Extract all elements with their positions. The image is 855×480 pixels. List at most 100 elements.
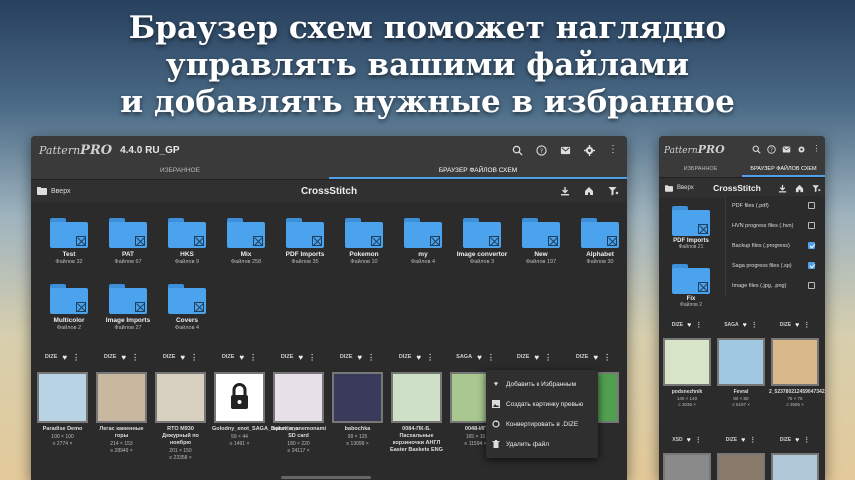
- download-icon[interactable]: [778, 184, 787, 193]
- pattern-card[interactable]: DIZE ♥ ⋮: [769, 433, 821, 480]
- heart-icon[interactable]: ♥: [687, 437, 691, 444]
- pattern-card[interactable]: DIZE ♥ ⋮ Golodny_enot_SAGA_ispravleno 59 × 4…: [212, 350, 299, 447]
- tab-file-browser[interactable]: БРАУЗЕР ФАЙЛОВ СХЕМ: [742, 162, 825, 177]
- folder-item[interactable]: Test Файлов 32: [43, 218, 95, 265]
- folder-item[interactable]: PAT Файлов 67: [102, 218, 154, 265]
- more-vert-icon[interactable]: ⋮: [751, 321, 758, 329]
- pattern-card[interactable]: DIZE ♥ ⋮ babochka 99 × 125 ≡ 13099 ×: [330, 350, 385, 447]
- filter-checkbox[interactable]: [808, 202, 815, 209]
- filter-option[interactable]: PDF files (.pdf): [726, 196, 821, 216]
- more-vert-icon[interactable]: ⋮: [803, 436, 810, 444]
- filter-option[interactable]: Saga progress files (.sp): [726, 256, 821, 276]
- more-vert-icon[interactable]: ⋮: [749, 436, 756, 444]
- pattern-card[interactable]: DIZE ♥ ⋮ podsnezhnik 140 × 140 ≡ 3036 ×: [661, 318, 713, 408]
- search-icon[interactable]: [511, 144, 523, 156]
- help-icon[interactable]: ?: [535, 144, 547, 156]
- more-vert-icon[interactable]: ⋮: [695, 321, 702, 329]
- folder-item[interactable]: Multicolor Файлов 2: [43, 284, 95, 331]
- folder-item[interactable]: Alphabet Файлов 30: [574, 218, 626, 265]
- heart-icon[interactable]: ♥: [121, 353, 126, 362]
- heart-icon[interactable]: ♥: [298, 353, 303, 362]
- pattern-size: 214 × 153 ≡ 28949 ×: [110, 441, 133, 454]
- folder-item[interactable]: Image Imports Файлов 27: [102, 284, 154, 331]
- menu-item-delete-file[interactable]: Удалить файл: [486, 434, 598, 454]
- settings-icon[interactable]: [583, 144, 595, 156]
- more-vert-icon[interactable]: ⋮: [607, 144, 619, 156]
- more-vert-icon[interactable]: ⋮: [603, 353, 611, 362]
- heart-icon[interactable]: ♥: [741, 437, 745, 444]
- more-vert-icon[interactable]: ⋮: [249, 353, 257, 362]
- folder-item[interactable]: Pokemon Файлов 10: [338, 218, 390, 265]
- tab-file-browser[interactable]: БРАУЗЕР ФАЙЛОВ СХЕМ: [329, 164, 627, 179]
- heart-icon[interactable]: ♥: [743, 322, 747, 329]
- download-icon[interactable]: [559, 185, 571, 197]
- heart-icon[interactable]: ♥: [795, 437, 799, 444]
- more-vert-icon[interactable]: ⋮: [72, 353, 80, 362]
- search-icon[interactable]: [752, 145, 761, 154]
- pattern-card[interactable]: DIZE ♥ ⋮: [715, 433, 767, 480]
- folder-item[interactable]: PDF Imports Файлов 21: [665, 206, 717, 250]
- pattern-card[interactable]: XSD ♥ ⋮: [661, 433, 713, 480]
- pattern-card[interactable]: DIZE ♥ ⋮ Buket_s_anemonami SD card 180 × 220…: [271, 350, 326, 454]
- folder-item[interactable]: my Файлов 4: [397, 218, 449, 265]
- folder-item[interactable]: New Файлов 197: [515, 218, 567, 265]
- mail-icon[interactable]: [782, 145, 791, 154]
- heart-icon[interactable]: ♥: [416, 353, 421, 362]
- tab-favorites[interactable]: ИЗБРАННОЕ: [31, 164, 329, 179]
- more-vert-icon[interactable]: ⋮: [367, 353, 375, 362]
- menu-item-create-preview[interactable]: Создать картинку превью: [486, 394, 598, 414]
- folder-item[interactable]: PDF Imports Файлов 35: [279, 218, 331, 265]
- folder-item[interactable]: Image convertor Файлов 3: [456, 218, 508, 265]
- pattern-card[interactable]: DIZE ♥ ⋮ Paradise Demo 100 × 100 ≡ 2774 ×: [35, 350, 90, 447]
- pattern-card[interactable]: DIZE ♥ ⋮ Легас каменные горы 214 × 153 ≡ 2894…: [94, 350, 149, 454]
- heart-icon[interactable]: ♥: [477, 353, 482, 362]
- folder-item[interactable]: Fix Файлов 2: [665, 264, 717, 308]
- folder-item[interactable]: HKS Файлов 9: [161, 218, 213, 265]
- mail-icon[interactable]: [559, 144, 571, 156]
- heart-icon[interactable]: ♥: [593, 353, 598, 362]
- help-icon[interactable]: ?: [767, 144, 776, 154]
- heart-icon[interactable]: ♥: [357, 353, 362, 362]
- heart-icon[interactable]: ♥: [62, 353, 67, 362]
- pattern-card[interactable]: DIZE ♥ ⋮ 0084-ПК-Б. Пасхальные корзиночки А…: [389, 350, 444, 455]
- folder-item[interactable]: Mix Файлов 258: [220, 218, 272, 265]
- more-vert-icon[interactable]: ⋮: [426, 353, 434, 362]
- home-icon[interactable]: [795, 184, 804, 193]
- filter-checkbox[interactable]: [808, 242, 815, 249]
- filter-icon[interactable]: [607, 185, 619, 197]
- more-vert-icon[interactable]: ⋮: [695, 436, 702, 444]
- heart-icon[interactable]: ♥: [687, 322, 691, 329]
- filter-icon[interactable]: [812, 184, 821, 193]
- filter-option[interactable]: HVN progress files (.hvn): [726, 216, 821, 236]
- more-vert-icon[interactable]: ⋮: [190, 353, 198, 362]
- filter-checkbox[interactable]: [808, 222, 815, 229]
- filter-checkbox[interactable]: [808, 262, 815, 269]
- folder-item[interactable]: Covers Файлов 4: [161, 284, 213, 331]
- up-button[interactable]: Вверх: [37, 187, 71, 195]
- more-vert-icon[interactable]: ⋮: [487, 353, 495, 362]
- heart-icon[interactable]: ♥: [534, 353, 539, 362]
- more-vert-icon[interactable]: ⋮: [812, 145, 821, 154]
- horizontal-scrollbar[interactable]: [281, 476, 371, 479]
- filter-checkbox[interactable]: [808, 282, 815, 289]
- pattern-card[interactable]: DIZE ♥ ⋮ RTO M930 Дежурный по ноябрю 201 × 1…: [153, 350, 208, 461]
- menu-item-label: Удалить файл: [506, 440, 550, 448]
- pattern-card[interactable]: DIZE ♥ ⋮ 2_5237802124590473422 75 × 75 ≡ 3596…: [769, 318, 825, 408]
- more-vert-icon[interactable]: ⋮: [803, 321, 810, 329]
- settings-icon[interactable]: [797, 145, 806, 154]
- filter-option[interactable]: Backup files (.progress): [726, 236, 821, 256]
- more-vert-icon[interactable]: ⋮: [544, 353, 552, 362]
- headline-line-3: и добавлять нужные в избранное: [120, 84, 735, 120]
- more-vert-icon[interactable]: ⋮: [308, 353, 316, 362]
- heart-icon[interactable]: ♥: [180, 353, 185, 362]
- heart-icon[interactable]: ♥: [795, 322, 799, 329]
- menu-item-add-favorite[interactable]: ♥ Добавить к Избранным: [486, 374, 598, 394]
- pattern-card[interactable]: SAGA ♥ ⋮ Fevral 80 × 80 ≡ 5197 ×: [715, 318, 767, 408]
- filter-option[interactable]: Image files (.jpg, .png): [726, 276, 821, 296]
- up-button[interactable]: Вверх: [665, 184, 694, 192]
- menu-item-convert-dize[interactable]: Конвертировать в .DIZE: [486, 414, 598, 434]
- tab-favorites[interactable]: ИЗБРАННОЕ: [659, 162, 742, 177]
- more-vert-icon[interactable]: ⋮: [131, 353, 139, 362]
- home-icon[interactable]: [583, 185, 595, 197]
- heart-icon[interactable]: ♥: [239, 353, 244, 362]
